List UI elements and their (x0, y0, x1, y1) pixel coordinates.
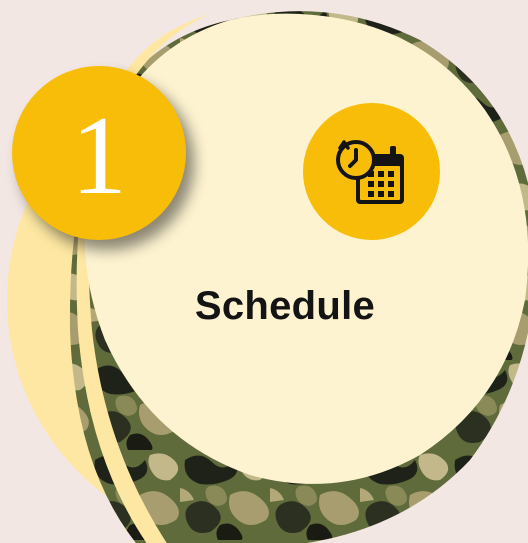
icon-badge (303, 103, 440, 240)
calendar-clock-icon (335, 139, 404, 204)
step-title: Schedule (194, 284, 376, 328)
step-number-badge: 1 (12, 66, 186, 240)
step-card: 1 Schedule (0, 0, 528, 543)
step-number: 1 (71, 94, 127, 218)
